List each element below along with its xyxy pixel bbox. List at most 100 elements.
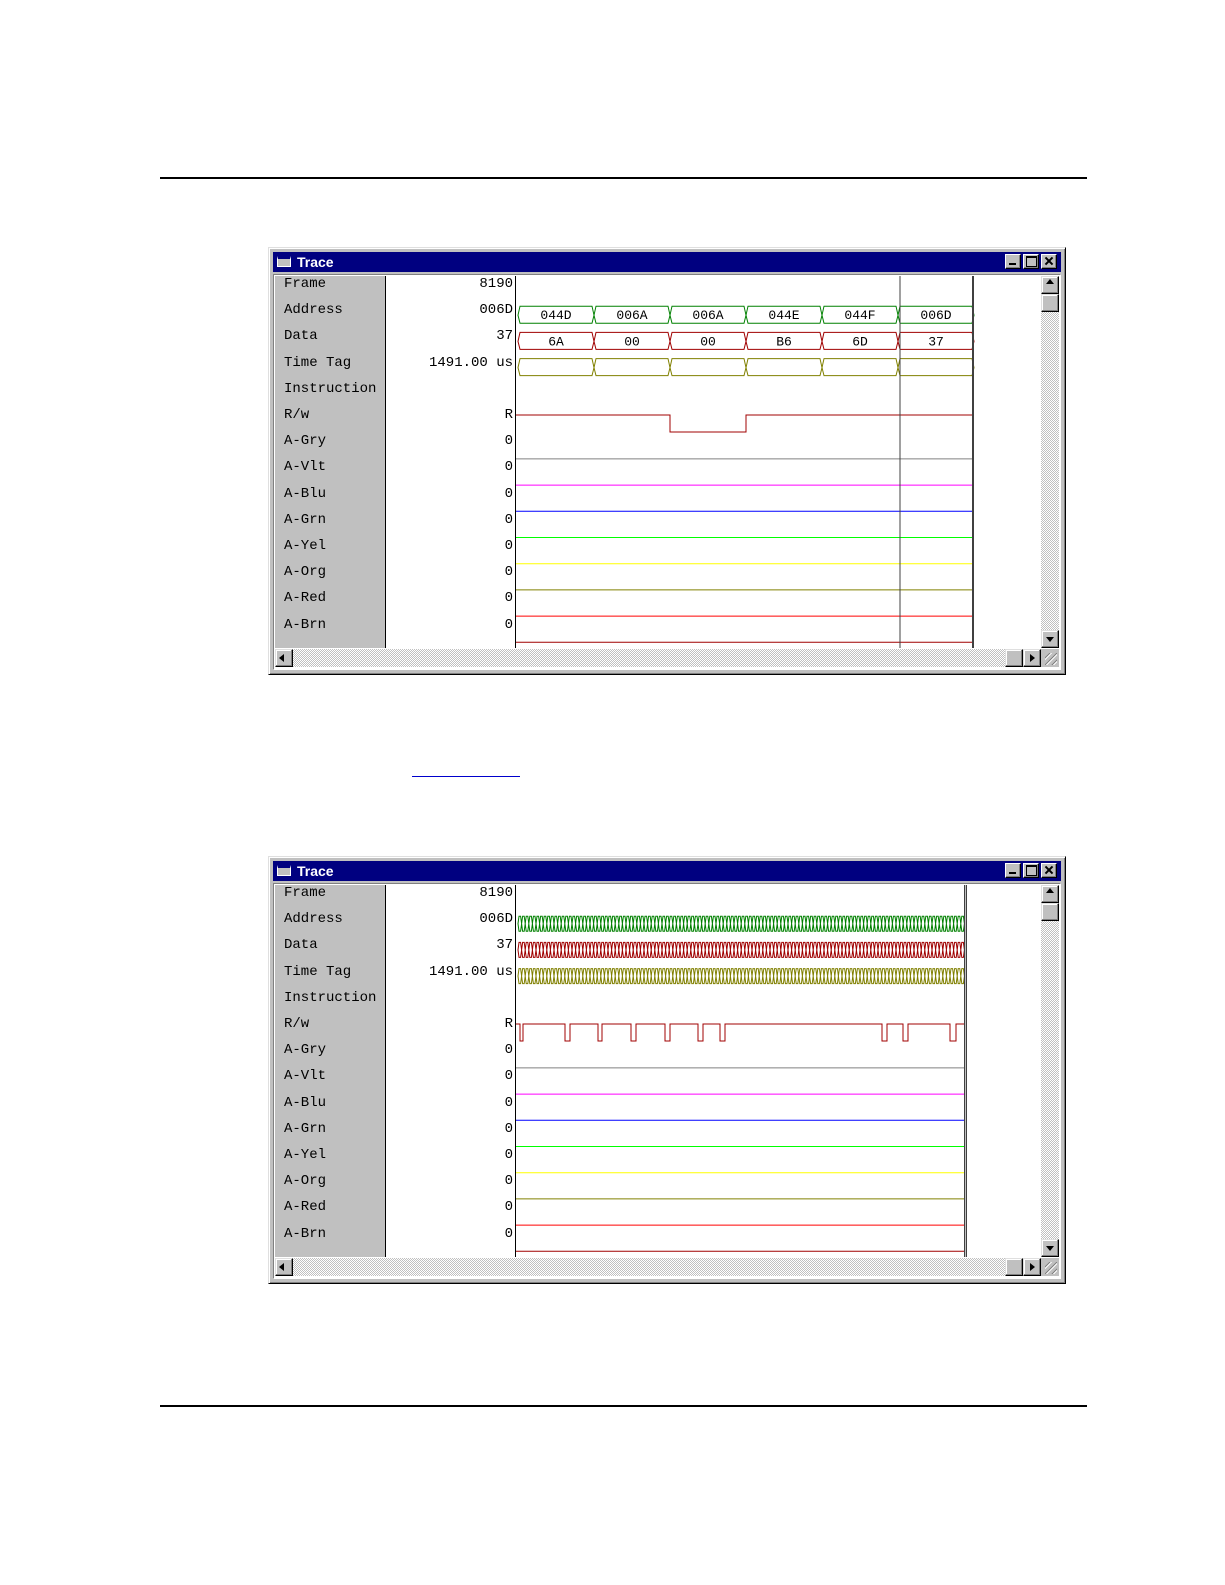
time-tag-segment[interactable] <box>517 358 595 377</box>
minimize-button[interactable] <box>1005 863 1021 878</box>
address-bus-waveform[interactable] <box>517 915 965 932</box>
signal-name-a-grn[interactable]: A-Grn <box>284 1121 326 1147</box>
signal-name-frame[interactable]: Frame <box>284 276 326 302</box>
address-segment[interactable]: 044D <box>517 305 595 324</box>
close-button[interactable] <box>1041 863 1057 878</box>
rw-waveform[interactable] <box>516 414 974 433</box>
signal-name-address[interactable]: Address <box>284 302 343 328</box>
vertical-scroll-thumb[interactable] <box>1041 294 1059 312</box>
data-segment-label: 6D <box>852 334 868 349</box>
time-tag-segment-outline <box>897 358 975 377</box>
time-tag-segment[interactable] <box>669 358 747 377</box>
time-tag-segment[interactable] <box>821 358 899 377</box>
scroll-down-button[interactable] <box>1041 630 1059 648</box>
signal-name-a-gry[interactable]: A-Gry <box>284 1042 326 1068</box>
signal-name-a-yel[interactable]: A-Yel <box>284 1147 326 1173</box>
signal-name-a-red[interactable]: A-Red <box>284 590 326 616</box>
signal-name-data[interactable]: Data <box>284 937 318 963</box>
signal-name-address[interactable]: Address <box>284 911 343 937</box>
signal-name-r-w[interactable]: R/w <box>284 1016 309 1042</box>
trace-client-area: Frame Address Data Time Tag Instruction R/w A-… <box>273 274 1061 670</box>
signal-value-a-gry: 0 <box>504 433 513 450</box>
scroll-up-button[interactable] <box>1041 276 1059 294</box>
address-segment[interactable]: 044F <box>821 305 899 324</box>
address-segment-label: 006D <box>920 308 951 323</box>
maximize-button[interactable] <box>1023 254 1039 269</box>
scroll-up-button[interactable] <box>1041 885 1059 903</box>
signal-name-instruction[interactable]: Instruction <box>284 990 376 1016</box>
signal-name-a-gry[interactable]: A-Gry <box>284 433 326 459</box>
signal-name-a-red[interactable]: A-Red <box>284 1199 326 1225</box>
data-bus-waveform[interactable] <box>517 941 965 958</box>
signal-value-a-yel: 0 <box>504 538 513 554</box>
time-tag-segment-outline <box>669 358 747 377</box>
trace-window-zoomed[interactable]: Trace Frame Address Data Time Tag Instructio… <box>268 247 1066 675</box>
maximize-button[interactable] <box>1023 863 1039 878</box>
signal-name-frame[interactable]: Frame <box>284 885 326 911</box>
window-icon[interactable] <box>277 256 291 267</box>
signal-name-a-vlt[interactable]: A-Vlt <box>284 1068 326 1094</box>
data-segment-label: 00 <box>700 334 716 349</box>
scroll-left-button[interactable] <box>275 1258 293 1276</box>
data-segment[interactable]: 37 <box>897 331 975 350</box>
signal-name-data[interactable]: Data <box>284 328 318 354</box>
signal-name-instruction[interactable]: Instruction <box>284 381 376 407</box>
resize-grip-icon[interactable] <box>1041 1258 1059 1276</box>
address-segment[interactable]: 006A <box>669 305 747 324</box>
title-bar[interactable]: Trace <box>273 252 1061 272</box>
signal-name-time-tag[interactable]: Time Tag <box>284 964 351 990</box>
horizontal-scroll-thumb[interactable] <box>1005 1258 1023 1276</box>
vertical-scroll-thumb[interactable] <box>1041 903 1059 921</box>
scroll-left-button[interactable] <box>275 649 293 667</box>
minimize-button[interactable] <box>1005 254 1021 269</box>
horizontal-scrollbar[interactable] <box>275 1258 1041 1276</box>
address-segment[interactable]: 006A <box>593 305 671 324</box>
window-icon[interactable] <box>277 865 291 876</box>
waveform-area[interactable] <box>516 885 1040 1257</box>
signal-value-column: 8190 006D 37 1491.00 us R 0 0 0 0 0 0 0 0 <box>386 885 516 1257</box>
scroll-right-button[interactable] <box>1023 649 1041 667</box>
right-arrow-icon <box>1030 1263 1035 1271</box>
hyperlink-underline[interactable] <box>412 776 520 777</box>
time-tag-segment-outline <box>821 358 899 377</box>
scroll-down-button[interactable] <box>1041 1239 1059 1257</box>
data-segment[interactable]: 00 <box>669 331 747 350</box>
signal-value-a-blu: 0 <box>504 485 513 502</box>
signal-value-a-vlt: 0 <box>504 1068 513 1085</box>
signal-name-a-org[interactable]: A-Org <box>284 564 326 590</box>
signal-name-a-grn[interactable]: A-Grn <box>284 512 326 538</box>
signal-name-a-brn[interactable]: A-Brn <box>284 617 326 643</box>
vertical-scrollbar[interactable] <box>1041 885 1059 1257</box>
data-segment[interactable]: 6A <box>517 331 595 350</box>
trace-window-zoomed-out[interactable]: Trace Frame Address Data Time Tag Instructio… <box>268 856 1066 1284</box>
title-bar[interactable]: Trace <box>273 861 1061 881</box>
signal-name-a-brn[interactable]: A-Brn <box>284 1226 326 1252</box>
address-segment[interactable]: 044E <box>745 305 823 324</box>
data-segment[interactable]: 6D <box>821 331 899 350</box>
horizontal-scrollbar[interactable] <box>275 649 1041 667</box>
vertical-scrollbar[interactable] <box>1041 276 1059 648</box>
time-tag-segment[interactable] <box>593 358 671 377</box>
signal-name-a-blu[interactable]: A-Blu <box>284 486 326 512</box>
time-tag-segment[interactable] <box>897 358 975 377</box>
signal-name-a-vlt[interactable]: A-Vlt <box>284 459 326 485</box>
time-tag-segment[interactable] <box>745 358 823 377</box>
signal-name-r-w[interactable]: R/w <box>284 407 309 433</box>
signal-name-time-tag[interactable]: Time Tag <box>284 355 351 381</box>
signal-value-column: 8190 006D 37 1491.00 us R 0 0 0 0 0 0 0 0 <box>386 276 516 648</box>
signal-name-a-yel[interactable]: A-Yel <box>284 538 326 564</box>
data-segment[interactable]: B6 <box>745 331 823 350</box>
horizontal-scroll-thumb[interactable] <box>1005 649 1023 667</box>
address-segment[interactable]: 006D <box>897 305 975 324</box>
signal-value-a-red: 0 <box>504 590 513 607</box>
scroll-right-button[interactable] <box>1023 1258 1041 1276</box>
close-button[interactable] <box>1041 254 1057 269</box>
signal-name-a-org[interactable]: A-Org <box>284 1173 326 1199</box>
resize-grip-icon[interactable] <box>1041 649 1059 667</box>
signal-name-a-blu[interactable]: A-Blu <box>284 1095 326 1121</box>
data-segment[interactable]: 00 <box>593 331 671 350</box>
waveform-area[interactable]: 044D 006A 006A 044E 044F 006D 6A 00 00 B6 6D 37 <box>516 276 1040 648</box>
time-tag-bus-waveform[interactable] <box>517 968 965 985</box>
signal-value-r-w: R <box>504 1016 513 1032</box>
rw-waveform[interactable] <box>516 1023 964 1042</box>
